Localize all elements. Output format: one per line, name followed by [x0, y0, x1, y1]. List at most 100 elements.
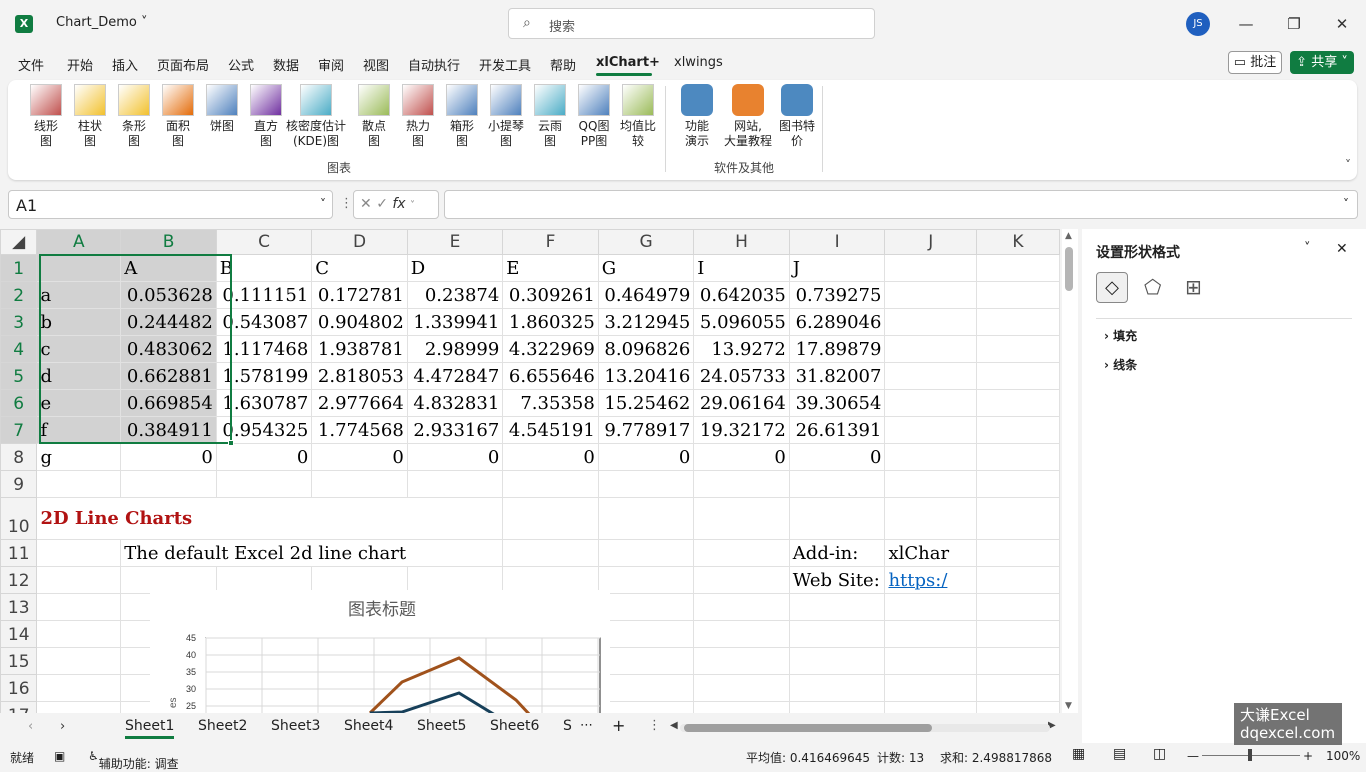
- more-icon[interactable]: ⋮: [340, 196, 353, 211]
- addin-label[interactable]: Add-in:: [788, 539, 886, 567]
- cell[interactable]: [976, 647, 1060, 675]
- ribbon-button-violin-plot[interactable]: 小提琴 图: [484, 82, 528, 154]
- column-header[interactable]: B: [120, 229, 217, 255]
- cell[interactable]: b: [36, 308, 122, 336]
- column-header[interactable]: J: [884, 229, 978, 255]
- cell[interactable]: [36, 254, 122, 282]
- ribbon-button-demo[interactable]: 功能 演示: [674, 82, 720, 154]
- cell[interactable]: 0.309261: [502, 281, 599, 309]
- cell[interactable]: [884, 335, 978, 363]
- prev-sheet-icon[interactable]: ‹: [28, 719, 33, 734]
- formula-input[interactable]: ˅: [444, 190, 1358, 219]
- cell[interactable]: [788, 674, 886, 702]
- cell[interactable]: [693, 497, 790, 540]
- cell[interactable]: 0: [311, 443, 408, 471]
- cell[interactable]: [976, 593, 1060, 621]
- cell[interactable]: [502, 497, 599, 540]
- cell[interactable]: [884, 647, 978, 675]
- cancel-icon[interactable]: ✕: [360, 196, 372, 212]
- close-icon[interactable]: ✕: [1336, 241, 1348, 257]
- insert-function-icon[interactable]: fx: [392, 196, 405, 212]
- cell[interactable]: [597, 674, 695, 702]
- close-icon[interactable]: ✕: [1330, 12, 1354, 36]
- row-header[interactable]: 2: [0, 281, 38, 309]
- cell[interactable]: [693, 593, 790, 621]
- more-icon[interactable]: ⋮: [648, 718, 661, 733]
- cell[interactable]: [976, 389, 1060, 417]
- row-header[interactable]: 15: [0, 647, 38, 675]
- row-header[interactable]: 10: [0, 497, 38, 540]
- ribbon-button-kde-chart[interactable]: 核密度估计 (KDE)图: [286, 82, 346, 154]
- cell[interactable]: [36, 674, 122, 702]
- ribbon-button-mean-compare[interactable]: 均值比 较: [616, 82, 660, 154]
- cell[interactable]: [36, 620, 122, 648]
- tab-formulas[interactable]: 公式: [228, 55, 254, 74]
- cell[interactable]: [976, 539, 1060, 567]
- row-header[interactable]: 5: [0, 362, 38, 390]
- cell[interactable]: [502, 470, 599, 498]
- restore-icon[interactable]: ❐: [1282, 12, 1306, 36]
- cell[interactable]: 19.32172: [693, 416, 790, 444]
- cell[interactable]: 17.89879: [788, 335, 886, 363]
- cell[interactable]: 0: [215, 443, 313, 471]
- chart-subtitle[interactable]: The default Excel 2d line chart: [120, 539, 504, 567]
- tab-file[interactable]: 文件: [18, 55, 44, 74]
- more-sheets-icon[interactable]: ⋯: [580, 718, 593, 733]
- ribbon-button-pie-chart[interactable]: 饼图: [200, 82, 244, 154]
- fill-section[interactable]: › 填充: [1104, 327, 1137, 344]
- cell[interactable]: [502, 539, 599, 567]
- tab-view[interactable]: 视图: [363, 55, 389, 74]
- cell[interactable]: 0.904802: [311, 308, 408, 336]
- sheet-tab[interactable]: Sheet1: [125, 718, 175, 739]
- column-header[interactable]: A: [36, 229, 122, 255]
- cell[interactable]: 6.655646: [502, 362, 599, 390]
- cell[interactable]: [693, 647, 790, 675]
- cell[interactable]: [976, 497, 1060, 540]
- cell[interactable]: [693, 674, 790, 702]
- row-header[interactable]: 16: [0, 674, 38, 702]
- cell[interactable]: G: [597, 254, 695, 282]
- cell[interactable]: [884, 389, 978, 417]
- cell[interactable]: d: [36, 362, 122, 390]
- cell[interactable]: 4.322969: [502, 335, 599, 363]
- cell[interactable]: [597, 566, 695, 594]
- cell[interactable]: 1.860325: [502, 308, 599, 336]
- cell[interactable]: 0.053628: [120, 281, 217, 309]
- row-header[interactable]: 13: [0, 593, 38, 621]
- cell[interactable]: [884, 593, 978, 621]
- cell[interactable]: [215, 470, 313, 498]
- tab-xlwings[interactable]: xlwings: [674, 55, 723, 70]
- cell[interactable]: 2.977664: [311, 389, 408, 417]
- cell[interactable]: [597, 539, 695, 567]
- tab-data[interactable]: 数据: [273, 55, 299, 74]
- cell[interactable]: 1.117468: [215, 335, 313, 363]
- minimize-icon[interactable]: —: [1234, 12, 1258, 36]
- cell[interactable]: 13.9272: [693, 335, 790, 363]
- section-title[interactable]: 2D Line Charts: [36, 497, 504, 540]
- cell[interactable]: [36, 566, 122, 594]
- tab-xlchart[interactable]: xlChart+: [596, 55, 660, 70]
- column-header[interactable]: I: [788, 229, 886, 255]
- cell[interactable]: [976, 674, 1060, 702]
- cell[interactable]: c: [36, 335, 122, 363]
- cell[interactable]: 13.20416: [597, 362, 695, 390]
- comment-button[interactable]: ▭ 批注: [1228, 51, 1282, 74]
- cell[interactable]: [976, 470, 1060, 498]
- sheet-tab[interactable]: Sheet5: [417, 718, 466, 734]
- cell[interactable]: C: [311, 254, 408, 282]
- ribbon-button-line-chart[interactable]: 线形 图: [24, 82, 68, 154]
- normal-view-icon[interactable]: ▦: [1072, 746, 1085, 762]
- cell[interactable]: [693, 566, 790, 594]
- cell[interactable]: [976, 701, 1060, 713]
- scroll-up-icon[interactable]: ▲: [1065, 231, 1072, 241]
- cell[interactable]: 0.244482: [120, 308, 217, 336]
- horizontal-scroll-thumb[interactable]: [684, 724, 932, 732]
- ribbon-button-bar-chart[interactable]: 条形 图: [112, 82, 156, 154]
- website-link[interactable]: https:/: [884, 566, 978, 594]
- zoom-in-icon[interactable]: +: [1303, 749, 1313, 763]
- cell[interactable]: [884, 254, 978, 282]
- cell[interactable]: [693, 701, 790, 713]
- row-header[interactable]: 3: [0, 308, 38, 336]
- line-chart[interactable]: 图表标题 45 40 35 30 25 es: [150, 590, 610, 719]
- cell[interactable]: [976, 566, 1060, 594]
